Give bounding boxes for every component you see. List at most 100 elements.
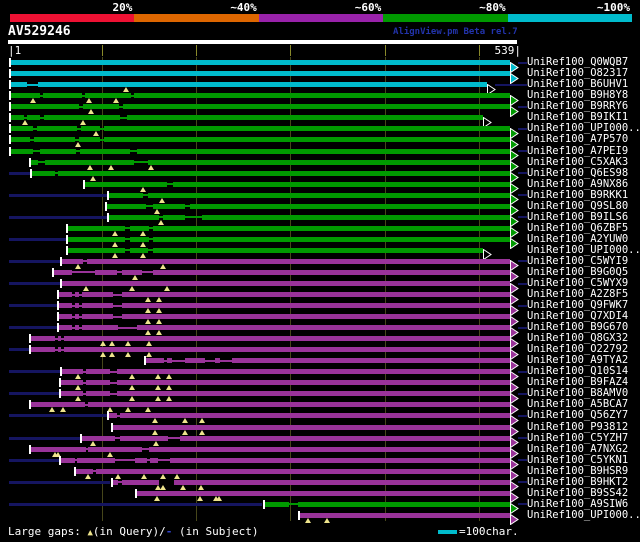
query-sequence-bar	[8, 40, 517, 44]
alignment-segment	[174, 480, 510, 485]
alignment-segment	[109, 413, 117, 418]
alignment-segment	[122, 292, 510, 297]
subject-overhang-left	[9, 348, 29, 351]
alignment-row[interactable]: UniRef100_Q6ES98	[0, 168, 640, 179]
legend-label: ~40%	[230, 1, 257, 14]
alignment-start-tick	[30, 169, 32, 178]
alignment-segment	[180, 436, 510, 441]
alignment-segment	[110, 393, 117, 395]
alignment-segment	[113, 316, 122, 318]
alignment-segment	[113, 425, 510, 430]
sequence-label: UniRef100_C5YKN1	[527, 455, 628, 466]
alignment-segment	[38, 161, 45, 163]
alignment-segment	[300, 513, 510, 518]
alignment-segment	[158, 459, 170, 461]
subject-overhang-left	[9, 238, 66, 241]
sequence-label: UniRef100_Q6ES98	[527, 168, 628, 179]
alignment-segment	[142, 448, 149, 450]
alignment-start-tick	[74, 467, 76, 476]
alignment-segment	[150, 458, 158, 463]
alignment-segment	[86, 369, 110, 374]
subject-overhang-right	[518, 128, 527, 130]
sequence-label: UniRef100_Q56ZY7	[527, 410, 628, 421]
alignment-segment	[54, 270, 72, 275]
alignment-segment	[172, 360, 185, 362]
subject-overhang-left	[9, 260, 60, 263]
alignment-segment	[96, 469, 510, 474]
alignment-start-tick	[29, 158, 31, 167]
alignment-row[interactable]: UniRef100_P93812	[0, 422, 640, 433]
subject-overhang-right	[518, 150, 527, 152]
subject-overhang-left	[9, 304, 57, 307]
alignment-start-tick	[83, 180, 85, 189]
alignment-start-tick	[80, 434, 82, 443]
alignment-segment	[185, 216, 202, 218]
subject-overhang-right	[518, 371, 527, 373]
alignment-segment	[190, 204, 510, 209]
legend-label: ~80%	[479, 1, 506, 14]
alignment-row[interactable]: UniRef100_UPI000..	[0, 510, 640, 521]
alignment-start-tick	[66, 246, 68, 255]
scale-start-label: |1	[8, 44, 21, 57]
sequence-label: UniRef100_C5XAK3	[527, 157, 628, 168]
alignment-segment	[40, 149, 76, 154]
alignment-segment	[115, 459, 135, 461]
alignment-segment	[298, 502, 510, 507]
legend-segment	[134, 14, 258, 22]
alignment-start-tick	[29, 400, 31, 409]
subject-overhang-right	[518, 481, 527, 483]
alignment-row[interactable]: UniRef100_C5YZH7	[0, 433, 640, 444]
subject-overhang-right	[518, 216, 527, 218]
alignment-segment	[149, 447, 510, 452]
alignment-start-tick	[9, 58, 11, 67]
alignment-segment	[87, 259, 510, 264]
alignment-segment	[170, 458, 510, 463]
scale-tick	[102, 45, 103, 56]
alignment-segment	[80, 149, 130, 154]
app-version: AlignView.pm Beta rel.7	[393, 27, 518, 37]
alignment-row[interactable]: UniRef100_Q56ZY7	[0, 410, 640, 421]
legend-segment	[10, 14, 134, 22]
alignment-segment	[122, 480, 159, 485]
alignment-start-tick	[59, 389, 61, 398]
alignment-row[interactable]: UniRef100_A9NX86	[0, 179, 640, 190]
alignment-start-tick	[107, 411, 109, 420]
alignment-segment	[202, 215, 510, 220]
alignment-row[interactable]: UniRef100_A7NXG2	[0, 444, 640, 455]
alignment-segment	[168, 437, 180, 439]
alignment-row[interactable]: UniRef100_C5XAK3	[0, 157, 640, 168]
alignment-segment	[34, 137, 75, 142]
alignment-segment	[153, 270, 510, 275]
alignment-row[interactable]: UniRef100_C5YKN1	[0, 455, 640, 466]
alignment-segment	[95, 270, 117, 275]
alignment-segment	[134, 161, 148, 163]
alignment-segment	[32, 171, 55, 176]
subject-overhang-right	[518, 260, 527, 262]
alignview-screen: 20%~40%~60%~80%~100% AV529246 AlignView.…	[0, 0, 640, 542]
subject-overhang-left	[9, 392, 59, 395]
alignment-segment	[117, 391, 510, 396]
alignment-segment	[10, 82, 27, 87]
alignment-segment	[10, 137, 30, 142]
alignment-segment	[82, 325, 118, 330]
alignment-segment	[117, 380, 510, 385]
alignment-start-tick	[135, 489, 137, 498]
alignment-segment	[109, 193, 143, 198]
alignment-segment	[137, 149, 510, 154]
alignment-segment	[135, 458, 147, 463]
alignment-segment	[10, 149, 33, 154]
alignment-segment	[27, 84, 38, 86]
alignment-segment	[85, 182, 167, 187]
alignment-start-tick	[52, 268, 54, 277]
alignment-segment	[61, 458, 75, 463]
scale-tick	[196, 45, 197, 56]
alignment-start-tick	[9, 135, 11, 144]
alignment-segment	[137, 325, 510, 330]
query-gap-marker-icon	[324, 518, 330, 523]
alignment-row[interactable]: UniRef100_A7P570	[0, 134, 640, 145]
alignment-row[interactable]: UniRef100_A7PEI9	[0, 146, 640, 157]
subject-overhang-left	[9, 414, 107, 417]
alignment-segment	[153, 237, 510, 242]
subject-overhang-left	[9, 437, 80, 440]
subject-overhang-right	[518, 393, 527, 395]
